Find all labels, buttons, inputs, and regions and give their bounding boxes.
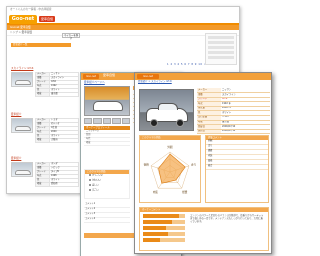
listing-specs: メーカー ホンダ 車種 シビック グレード タイプR 年式 1998 色ホワイト 地域愛… [35,162,79,187]
window-title: 愛車自慢 [103,73,116,77]
wheel-icon [176,119,184,127]
eval-row: 総合 [206,164,268,170]
score-bar [143,214,185,218]
car-photo-main[interactable] [139,89,194,131]
owner-profile: オーナープロフィール ニックネーム 性別 年代 地域 [84,126,130,146]
vote-option-label: すごい [92,188,99,192]
score-bar-fill [143,220,173,224]
spec-value: 愛知県 [49,182,79,187]
vote-option-label: かっこいい [92,173,103,177]
owner-comment-panel: オーナーコメント エンジンのパワーと足回りのバランスが絶妙で、街乗りからサーキッ… [139,207,269,251]
owner-row: 地域 [84,141,130,146]
car-thumbnail[interactable] [11,118,33,133]
score-bar [143,226,185,230]
listing-item[interactable]: スカイライン GT-R メーカー ニッサン 車種 スカイライン グレード GT-R 年… [11,67,81,111]
score-bar-fill [143,226,167,230]
listing-specs: メーカー ニッサン 車種 スカイライン グレード GT-R 年式 1992 色ホワイト … [35,72,79,97]
listing-specs: メーカー トヨタ 車種 セルシオ グレード C仕様 年式 2000 色ホワイト 地域 大阪… [35,118,79,143]
car-photo[interactable] [84,86,130,116]
car-thumbnail[interactable] [11,72,33,87]
listing-title[interactable]: 愛車紹介 [11,113,81,117]
front-window: Goo-net 愛車紹介 > スカイライン GT-R メーカー ニッサン 車種 スカ… [134,72,272,254]
radar-value-shape [158,153,186,184]
spec-key: 地域 [35,138,50,143]
goonet-logo[interactable]: Goo-net [137,74,159,79]
radar-chart: 外観走り燃費 内装 価格 [144,145,197,194]
comment-row[interactable]: コメント4 [84,217,130,223]
radar-label: 燃費 [182,190,188,194]
goonet-logo[interactable]: Goo-net [83,74,99,79]
listing-item[interactable]: 愛車紹介 メーカー ホンダ 車種 シビック グレード タイプR 年式 1998 色ホワイ… [11,157,81,193]
radio-icon[interactable] [89,179,91,181]
breadcrumb[interactable]: 愛車紹介 > スカイライン GT-R [135,80,271,86]
site-header: Goo-net 愛車自慢 [7,13,239,25]
spec-key: 更新日 [197,129,221,135]
score-bar [143,232,185,236]
search-button[interactable]: マイカーを探す [62,33,80,40]
vote-box: このクルマの評価 かっこいい かわいい ほしい すごい [84,169,130,199]
score-bar-fill [143,238,160,242]
listing-title[interactable]: スカイライン GT-R [11,67,81,71]
spec-key: 地域 [35,92,50,97]
radio-icon[interactable] [89,189,91,191]
side-panel [205,33,237,65]
score-bar [143,238,185,242]
spec-table: メーカー ニッサン 車種 スカイライン グレード GT-R 年式 1992 年 排気量 2… [197,88,270,135]
radio-icon[interactable] [89,184,91,186]
comment-bars [143,214,185,244]
rating-radar-panel: このクルマの評価 外観 走り 燃費 内装 価格 [139,135,201,203]
radar-label: 価格 [144,162,150,166]
wheel-icon [150,119,158,127]
score-bar-fill [143,214,179,218]
vote-option[interactable]: すごい [85,189,129,194]
spec-value: 大阪府 [49,138,79,143]
vote-option-label: ほしい [92,183,99,187]
goonet-logo[interactable]: Goo-net [9,15,37,24]
listing-title[interactable]: 愛車紹介 [11,157,81,161]
car-thumbnail[interactable] [11,162,33,177]
spec-key: 地域 [35,182,50,187]
score-bar [143,220,185,224]
listing-item[interactable]: 愛車紹介 メーカー トヨタ 車種 セルシオ グレード C仕様 年式 2000 色ホワイト… [11,113,81,157]
radio-icon[interactable] [89,174,91,176]
score-bar-fill [143,232,169,236]
section-logo[interactable]: 愛車自慢 [39,16,55,22]
window-header: Goo-net [135,73,271,80]
spec-value: 2006/07/10 [221,129,270,135]
radar-label: 走り [191,162,197,166]
radar-label: 外観 [167,145,173,149]
spec-value: 東京都 [49,92,79,97]
section-title: 愛車紹介一覧 [11,43,71,47]
radar-label: 内装 [153,190,159,194]
vote-option-label: かわいい [92,178,101,182]
pager[interactable]: 1 2 3 4 5 6 7 8 9 10 > [167,63,207,66]
comment-list: コメント1 コメント2 コメント3 コメント4 [84,202,130,223]
evaluation-panel: 評価コメント 外観 走り 燃費 内装 価格 総合 [205,135,269,203]
photo-thumbnails[interactable] [84,118,131,124]
